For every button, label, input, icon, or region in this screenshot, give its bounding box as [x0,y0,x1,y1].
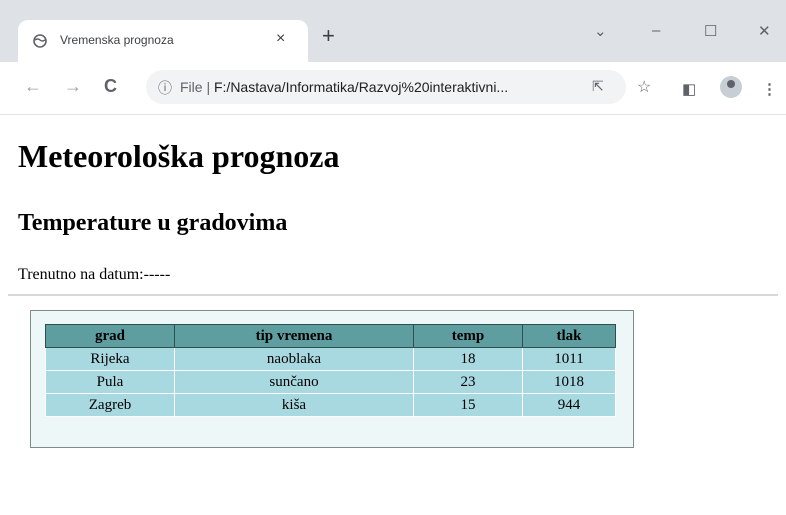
column-header-grad: grad [45,324,175,348]
address-text[interactable]: File | F:/Nastava/Informatika/Razvoj%20i… [180,79,508,95]
weather-table: grad tip vremena temp tlak Rijeka naobla… [45,324,616,417]
cell-grad: Zagreb [45,393,175,417]
address-scheme: File [180,79,203,95]
tab-title: Vremenska prognoza [60,33,174,47]
divider [8,294,778,296]
table-row: Zagreb kiša 15 944 [45,393,616,417]
menu-icon[interactable]: ⋮ [762,80,777,98]
table-header-row: grad tip vremena temp tlak [45,324,616,348]
tab-vremenska-prognoza[interactable]: Vremenska prognoza × [18,20,308,62]
new-tab-button[interactable]: + [322,25,335,47]
info-icon[interactable]: ⓘ [158,78,172,98]
cell-tlak: 1018 [522,370,616,394]
profile-avatar[interactable] [720,76,742,98]
cell-tlak: 944 [522,393,616,417]
back-button[interactable]: ← [24,76,42,97]
tab-strip: Vremenska prognoza × + ⌄ – ☐ ✕ [0,0,786,62]
forward-button[interactable]: → [64,76,82,97]
page-content: Meteorološka prognoza Temperature u grad… [0,114,786,515]
table-row: Pula sunčano 23 1018 [45,370,616,394]
share-icon[interactable]: ⇱ [592,78,604,95]
cell-temp: 23 [413,370,523,394]
globe-icon [33,34,47,48]
browser-toolbar: ← → C ⓘ File | F:/Nastava/Informatika/Ra… [0,62,786,115]
weather-table-frame: grad tip vremena temp tlak Rijeka naobla… [30,310,634,448]
bookmark-star-icon[interactable]: ☆ [637,77,651,97]
column-header-tlak: tlak [522,324,616,348]
address-bar[interactable]: ⓘ File | F:/Nastava/Informatika/Razvoj%2… [146,70,651,104]
cell-tip-vremena: sunčano [174,370,414,394]
cell-grad: Pula [45,370,175,394]
page-title: Meteorološka prognoza [18,138,340,174]
column-header-tip-vremena: tip vremena [174,324,414,348]
cell-tlak: 1011 [522,347,616,371]
table-row: Rijeka naoblaka 18 1011 [45,347,616,371]
close-tab-icon[interactable]: × [276,30,285,48]
cell-temp: 18 [413,347,523,371]
cell-tip-vremena: naoblaka [174,347,414,371]
side-panel-icon[interactable]: ◧ [682,80,696,98]
minimize-button[interactable]: – [652,22,660,39]
browser-chrome: Vremenska prognoza × + ⌄ – ☐ ✕ ← → C ⓘ F… [0,0,786,115]
address-separator: | [206,79,211,95]
reload-button[interactable]: C [104,76,117,97]
date-status: Trenutno na datum:----- [18,266,171,283]
page-subtitle: Temperature u gradovima [18,210,288,236]
column-header-temp: temp [413,324,523,348]
cell-temp: 15 [413,393,523,417]
maximize-button[interactable]: ☐ [704,22,717,40]
address-path: F:/Nastava/Informatika/Razvoj%20interakt… [213,79,509,95]
cell-tip-vremena: kiša [174,393,414,417]
cell-grad: Rijeka [45,347,175,371]
close-window-button[interactable]: ✕ [758,22,771,40]
tab-search-icon[interactable]: ⌄ [594,22,607,40]
